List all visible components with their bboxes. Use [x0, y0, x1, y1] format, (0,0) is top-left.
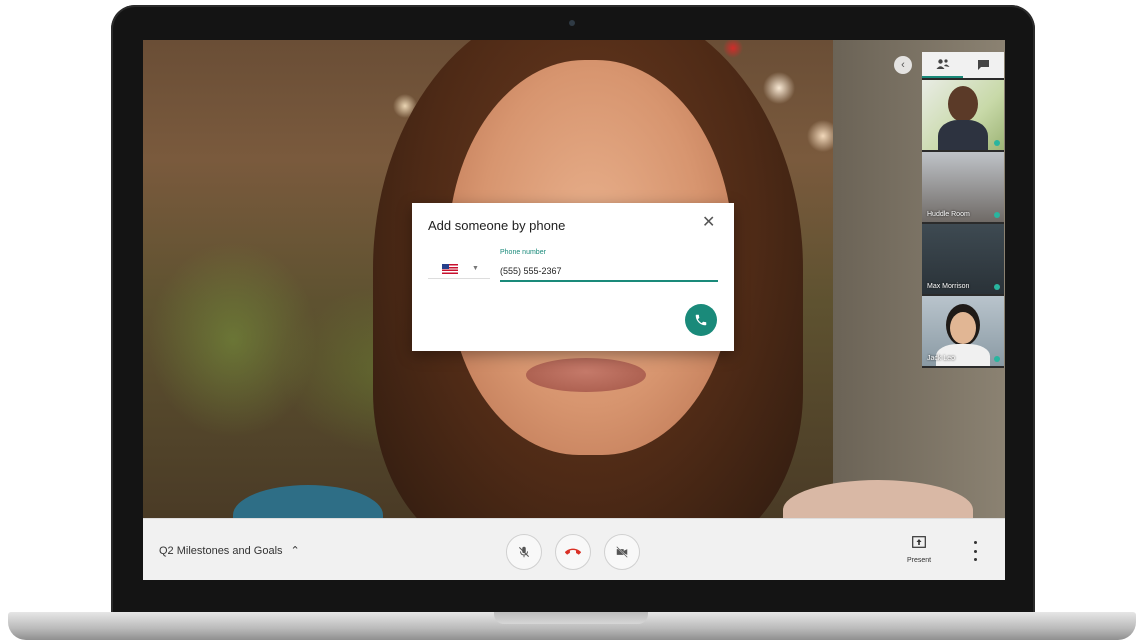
meet-screen: ‹ Huddle Room Max Morrison Jack Leo Add …	[143, 40, 1005, 580]
participant-name: Jack Leo	[927, 355, 956, 362]
close-icon[interactable]: ✕	[702, 215, 715, 231]
meeting-title: Q2 Milestones and Goals	[159, 544, 283, 557]
participant-tile[interactable]: Jack Leo	[922, 296, 1004, 366]
mic-off-icon	[518, 546, 530, 558]
chat-icon	[978, 60, 989, 70]
end-call-button[interactable]	[555, 534, 591, 570]
participant-name: Huddle Room	[927, 211, 970, 218]
present-button[interactable]: Present	[899, 535, 939, 564]
more-options-button[interactable]	[969, 541, 981, 561]
collapse-panel-button[interactable]: ‹	[894, 56, 912, 74]
camera-toggle-button[interactable]	[604, 534, 640, 570]
mic-active-icon	[994, 212, 1000, 218]
dialog-title: Add someone by phone	[428, 218, 566, 233]
call-controls-bar: Q2 Milestones and Goals ⌃ Present	[143, 518, 1005, 580]
video-off-icon	[616, 546, 628, 558]
laptop-notch	[494, 612, 648, 624]
phone-icon	[695, 314, 707, 326]
tab-chat[interactable]	[963, 52, 1004, 78]
mic-active-icon	[994, 140, 1000, 146]
participant-tile[interactable]: Huddle Room	[922, 152, 1004, 222]
mute-microphone-button[interactable]	[506, 534, 542, 570]
webcam	[569, 20, 575, 26]
hang-up-icon	[565, 548, 581, 555]
present-label: Present	[906, 557, 932, 564]
phone-number-input[interactable]	[500, 261, 718, 282]
participant-tile[interactable]: Max Morrison	[922, 224, 1004, 294]
mic-active-icon	[994, 284, 1000, 290]
present-screen-icon	[912, 536, 926, 548]
chevron-up-icon: ⌃	[290, 545, 300, 557]
phone-number-label: Phone number	[500, 249, 546, 256]
more-vert-icon	[973, 541, 977, 544]
add-by-phone-dialog: Add someone by phone ✕ ▼ Phone number	[412, 203, 734, 351]
panel-tabs	[922, 52, 1004, 78]
tab-people[interactable]	[922, 52, 963, 78]
people-icon	[936, 59, 949, 69]
participant-name: Max Morrison	[927, 283, 970, 290]
country-select[interactable]: ▼	[428, 259, 490, 279]
call-button[interactable]	[685, 304, 717, 336]
participants-panel: Huddle Room Max Morrison Jack Leo	[922, 52, 1004, 368]
mic-active-icon	[994, 356, 1000, 362]
us-flag-icon	[442, 263, 458, 274]
participant-tile[interactable]	[922, 80, 1004, 150]
chevron-down-icon: ▼	[472, 265, 479, 272]
meeting-details-toggle[interactable]: Q2 Milestones and Goals ⌃	[159, 544, 300, 558]
chevron-left-icon: ‹	[901, 58, 905, 71]
